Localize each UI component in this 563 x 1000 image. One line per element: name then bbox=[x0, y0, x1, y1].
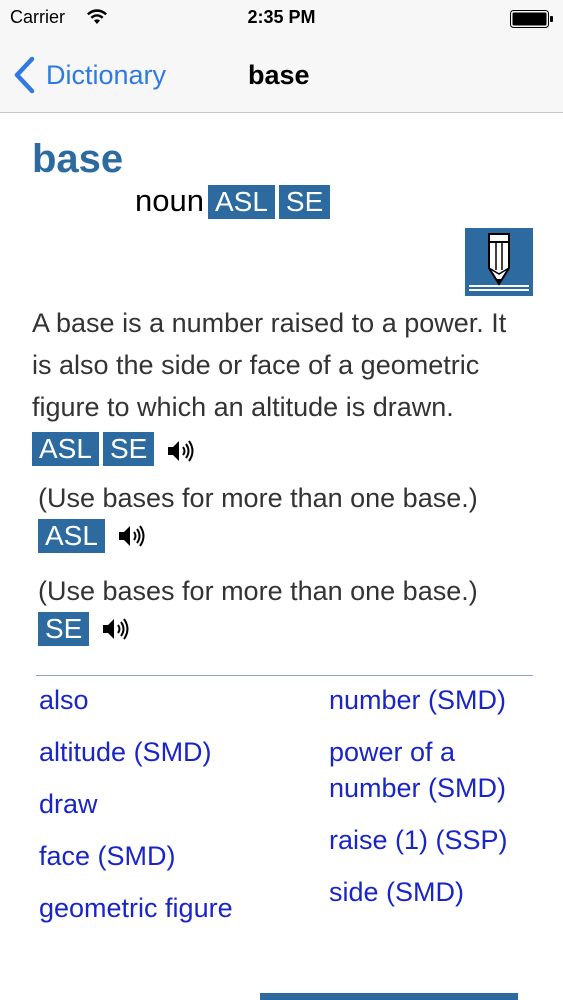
related-link[interactable]: side (SMD) bbox=[329, 874, 508, 910]
related-links-left: also altitude (SMD) draw face (SMD) geom… bbox=[39, 682, 233, 942]
usage-note-text: (Use bases for more than one base.) bbox=[38, 576, 478, 606]
headword: base bbox=[32, 137, 124, 181]
related-link[interactable]: power of a bbox=[329, 734, 508, 770]
related-link[interactable]: geometric figure bbox=[39, 890, 233, 942]
usage-note-controls: SE bbox=[38, 612, 538, 646]
back-button-label: Dictionary bbox=[46, 59, 167, 90]
speaker-icon[interactable] bbox=[101, 616, 131, 642]
related-link[interactable]: draw bbox=[39, 786, 233, 838]
usage-note-se: (Use bases for more than one base.) SE bbox=[38, 574, 538, 646]
note-asl-tag-button[interactable]: ASL bbox=[38, 519, 105, 553]
status-bar: Carrier 2:35 PM bbox=[0, 0, 563, 38]
speaker-icon[interactable] bbox=[117, 523, 147, 549]
related-link[interactable]: also bbox=[39, 682, 233, 734]
part-of-speech-line: noun ASL SE bbox=[135, 183, 334, 219]
definition-asl-tag-button[interactable]: ASL bbox=[32, 432, 99, 466]
navigation-bar: Dictionary base bbox=[0, 38, 563, 113]
speaker-icon[interactable] bbox=[166, 438, 196, 464]
related-link[interactable]: number (SMD) bbox=[329, 770, 508, 822]
se-tag-button[interactable]: SE bbox=[278, 185, 331, 219]
usage-note-controls: ASL bbox=[38, 519, 538, 553]
usage-note-asl: (Use bases for more than one base.) ASL bbox=[38, 481, 538, 553]
related-link[interactable]: raise (1) (SSP) bbox=[329, 822, 508, 874]
note-se-tag-button[interactable]: SE bbox=[38, 612, 90, 646]
related-link[interactable]: face (SMD) bbox=[39, 838, 233, 890]
definition-text: A base is a number raised to a power. It… bbox=[32, 308, 507, 422]
pencil-icon[interactable] bbox=[465, 228, 533, 296]
usage-note-text: (Use bases for more than one base.) bbox=[38, 483, 478, 513]
related-link[interactable]: number (SMD) bbox=[329, 682, 508, 734]
battery-icon bbox=[510, 10, 553, 28]
part-of-speech: noun bbox=[135, 183, 204, 218]
bottom-scroll-indicator bbox=[260, 993, 518, 1000]
asl-tag-button[interactable]: ASL bbox=[207, 185, 275, 219]
status-time: 2:35 PM bbox=[247, 7, 316, 27]
definition: A base is a number raised to a power. It… bbox=[32, 302, 532, 470]
chevron-left-icon bbox=[14, 56, 35, 94]
section-divider bbox=[36, 675, 533, 676]
definition-se-tag-button[interactable]: SE bbox=[102, 432, 155, 466]
back-button[interactable]: Dictionary bbox=[12, 54, 166, 96]
related-links-right: number (SMD) power of a number (SMD) rai… bbox=[329, 682, 508, 910]
nav-title: base bbox=[248, 60, 310, 90]
related-link[interactable]: altitude (SMD) bbox=[39, 734, 233, 786]
